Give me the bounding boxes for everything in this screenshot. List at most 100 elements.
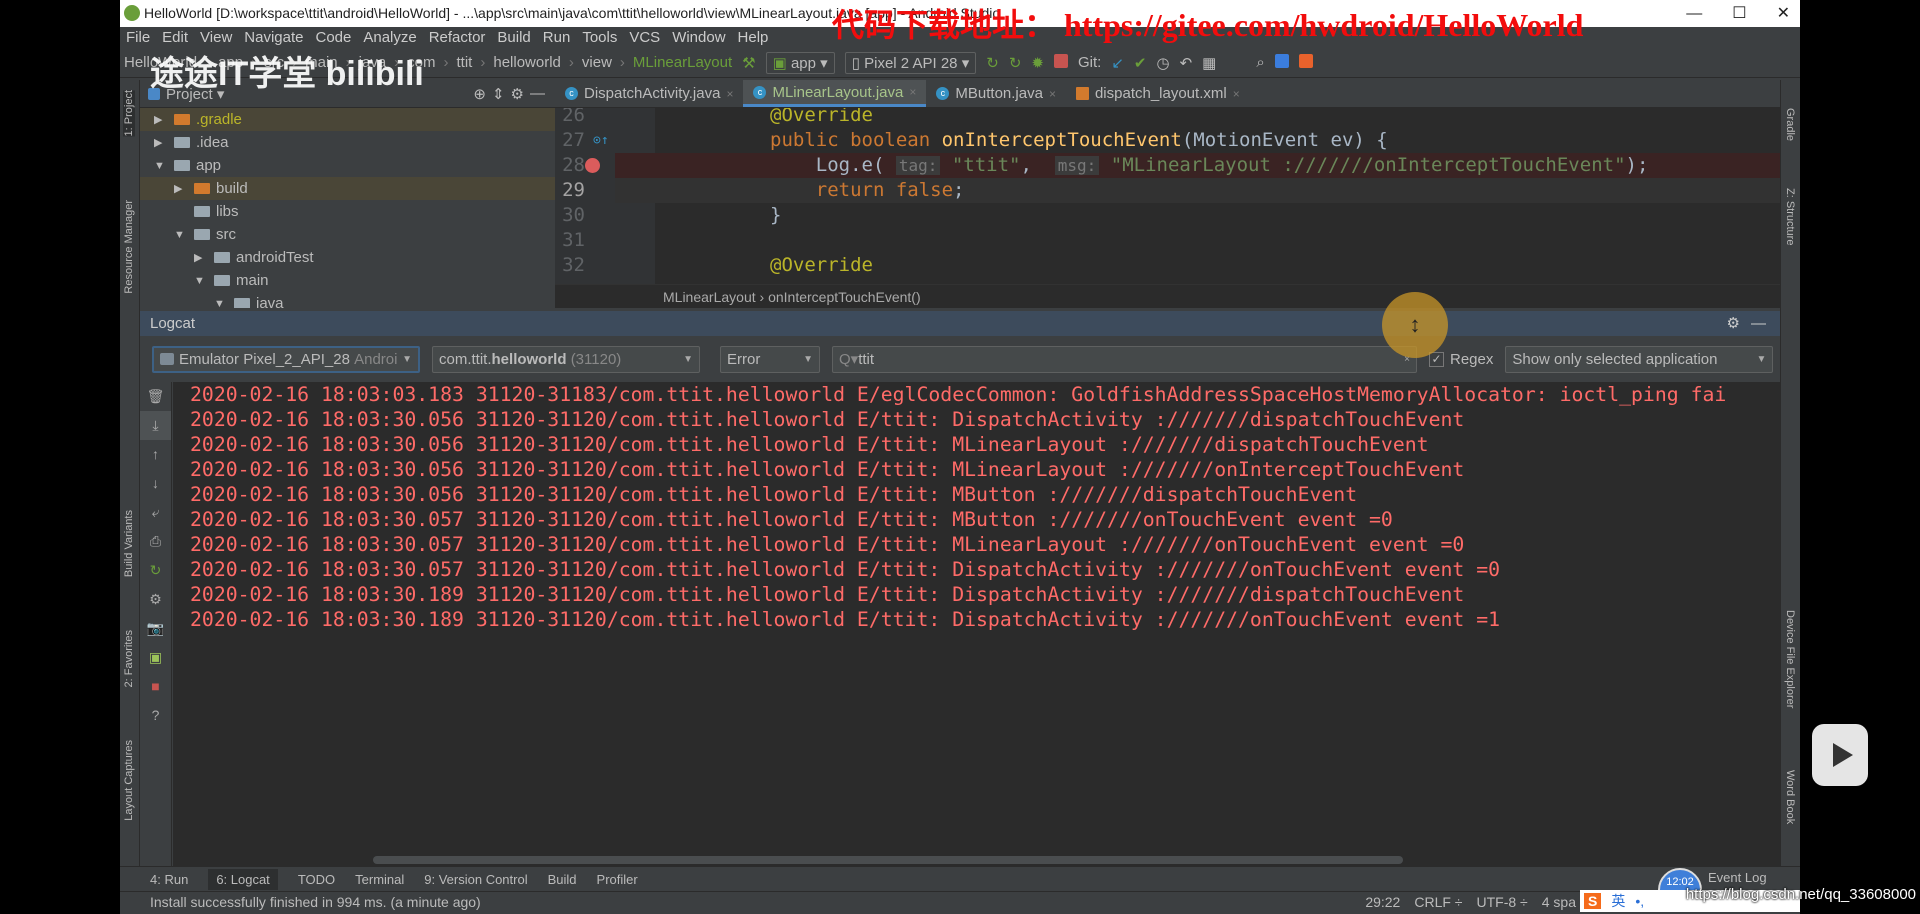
locate-icon[interactable]: ⊕ (473, 85, 486, 103)
run-config-select[interactable]: ▣ app ▾ (765, 51, 835, 74)
menu-item-view[interactable]: View (200, 27, 232, 48)
event-log-button[interactable]: Event Log (1708, 870, 1767, 885)
screenshot-icon[interactable]: 📷 (140, 614, 171, 643)
logcat-output[interactable]: 2020-02-16 18:03:03.183 31120-31183/com.… (173, 382, 1780, 866)
chevron-right-icon[interactable]: ▶ (194, 251, 208, 264)
screen-record-icon[interactable]: ▣ (140, 643, 171, 672)
bottom-tab-todo[interactable]: TODO (298, 872, 335, 887)
git-history-icon[interactable]: ◷ (1156, 54, 1169, 72)
chevron-down-icon[interactable]: ▼ (174, 229, 188, 241)
scroll-to-end-icon[interactable]: ⤓ (140, 411, 171, 440)
translate-alt-icon[interactable] (1298, 53, 1313, 72)
git-rollback-icon[interactable]: ↶ (1180, 54, 1193, 72)
tree-item[interactable]: ▶ androidTest (140, 246, 555, 269)
device-file-explorer-tool-button[interactable]: Device File Explorer (1784, 610, 1796, 708)
tab-dispatchactivity-java[interactable]: c DispatchActivity.java × (555, 80, 743, 107)
close-tab-icon[interactable]: × (909, 85, 916, 99)
project-tool-button[interactable]: 1: Project (123, 90, 135, 137)
caret-position[interactable]: 29:22 (1365, 892, 1400, 913)
git-commit-icon[interactable]: ✔ (1134, 54, 1147, 72)
sdk-manager-icon[interactable]: ▦ (1202, 54, 1216, 72)
build-hammer-icon[interactable]: ⚒ (742, 54, 755, 72)
breakpoint-icon[interactable] (585, 158, 600, 173)
device-select[interactable]: ▯ Pixel 2 API 28 ▾ (844, 51, 977, 74)
file-encoding[interactable]: UTF-8 ÷ (1477, 892, 1528, 913)
build-variants-tool-button[interactable]: Build Variants (123, 510, 135, 577)
play-icon[interactable] (1812, 724, 1868, 786)
log-level-dropdown[interactable]: Error ▼ (720, 345, 820, 373)
menu-item-vcs[interactable]: VCS (629, 27, 660, 48)
restart-icon[interactable]: ↻ (140, 556, 171, 585)
up-icon[interactable]: ↑ (140, 440, 171, 469)
nav-crumb[interactable]: MLinearLayout (633, 54, 732, 71)
ime-language[interactable]: 英 (1611, 891, 1625, 911)
bottom-tab-6-logcat[interactable]: 6: Logcat (208, 868, 278, 890)
gradle-tool-button[interactable]: Gradle (1784, 108, 1796, 141)
filter-scope-dropdown[interactable]: Show only selected application ▼ (1505, 345, 1774, 373)
layout-captures-tool-button[interactable]: Layout Captures (123, 740, 135, 821)
bottom-tab-4-run[interactable]: 4: Run (150, 872, 188, 887)
hide-panel-icon[interactable]: — (530, 85, 545, 102)
debug-icon[interactable]: ✹ (1031, 54, 1044, 72)
search-icon[interactable]: ⌕ (1256, 54, 1264, 71)
chevron-right-icon[interactable]: ▶ (154, 113, 168, 126)
nav-crumb[interactable]: view (582, 54, 612, 71)
menu-item-tools[interactable]: Tools (582, 27, 617, 48)
git-update-icon[interactable]: ↙ (1111, 54, 1124, 72)
menu-item-code[interactable]: Code (315, 27, 351, 48)
help-icon[interactable]: ? (140, 701, 171, 730)
minimize-button[interactable]: — (1686, 0, 1702, 27)
nav-crumb[interactable]: helloworld (493, 54, 561, 71)
resource-manager-tool-button[interactable]: Resource Manager (123, 200, 135, 294)
code-editor[interactable]: 26 @Override 27 ⊙↑ public boolean onIntercep… (555, 108, 1780, 284)
indent-setting[interactable]: 4 spa (1542, 892, 1576, 913)
apply-code-changes-icon[interactable]: ↻ (1009, 54, 1022, 72)
favorites-tool-button[interactable]: 2: Favorites (123, 630, 135, 687)
chevron-down-icon[interactable]: ▼ (154, 160, 168, 172)
clear-logcat-icon[interactable]: 🗑 (140, 382, 171, 411)
word-book-tool-button[interactable]: Word Book (1784, 770, 1796, 824)
chevron-right-icon[interactable]: ▶ (154, 136, 168, 149)
close-tab-icon[interactable]: × (1233, 87, 1240, 101)
structure-tool-button[interactable]: Z: Structure (1784, 188, 1796, 245)
close-tab-icon[interactable]: × (1049, 87, 1056, 101)
tree-item[interactable]: ▶ build (140, 177, 555, 200)
stop-icon[interactable] (1053, 53, 1068, 72)
settings-gear-icon[interactable]: ⚙ (511, 85, 524, 103)
menu-item-navigate[interactable]: Navigate (244, 27, 303, 48)
regex-checkbox[interactable]: ✓ Regex (1429, 351, 1493, 368)
menu-item-help[interactable]: Help (738, 27, 769, 48)
chevron-down-icon[interactable]: ▼ (194, 275, 208, 287)
chevron-down-icon[interactable]: ▼ (214, 298, 228, 309)
bottom-tab-terminal[interactable]: Terminal (355, 872, 404, 887)
tab-mbutton-java[interactable]: c MButton.java × (926, 80, 1066, 107)
maximize-button[interactable]: ☐ (1732, 0, 1746, 27)
translate-icon[interactable] (1274, 53, 1289, 72)
tree-item[interactable]: ▼ java (140, 292, 555, 308)
menu-item-window[interactable]: Window (672, 27, 725, 48)
menu-item-build[interactable]: Build (497, 27, 530, 48)
bottom-tab-build[interactable]: Build (548, 872, 577, 887)
horizontal-scrollbar[interactable] (373, 856, 1403, 864)
tree-item[interactable]: ▼ src (140, 223, 555, 246)
device-dropdown[interactable]: Emulator Pixel_2_API_28 Androi ▼ (152, 345, 420, 373)
tree-item[interactable]: ▶ .idea (140, 131, 555, 154)
menu-item-edit[interactable]: Edit (162, 27, 188, 48)
close-tab-icon[interactable]: × (726, 87, 733, 101)
soft-wrap-icon[interactable]: ⤶ (140, 498, 171, 527)
print-icon[interactable]: ⎙ (140, 527, 171, 556)
bottom-tab-profiler[interactable]: Profiler (597, 872, 638, 887)
tree-item[interactable]: ▼ main (140, 269, 555, 292)
tree-item[interactable]: ▼ app (140, 154, 555, 177)
chevron-right-icon[interactable]: ▶ (174, 182, 188, 195)
punctuation-icon[interactable]: •, (1635, 893, 1644, 909)
bottom-tab-9-version-control[interactable]: 9: Version Control (424, 872, 527, 887)
logcat-settings-gear-icon[interactable]: ⚙ (1727, 311, 1740, 336)
apply-changes-icon[interactable]: ↻ (986, 54, 999, 72)
logcat-search-input[interactable]: Q▾ ttit × (832, 345, 1417, 373)
collapse-all-icon[interactable]: ⇕ (492, 85, 505, 103)
stop-icon[interactable]: ■ (140, 672, 171, 701)
tab-mlinearlayout-java[interactable]: c MLinearLayout.java × (743, 80, 927, 107)
tree-item[interactable]: libs (140, 200, 555, 223)
menu-item-refactor[interactable]: Refactor (429, 27, 486, 48)
